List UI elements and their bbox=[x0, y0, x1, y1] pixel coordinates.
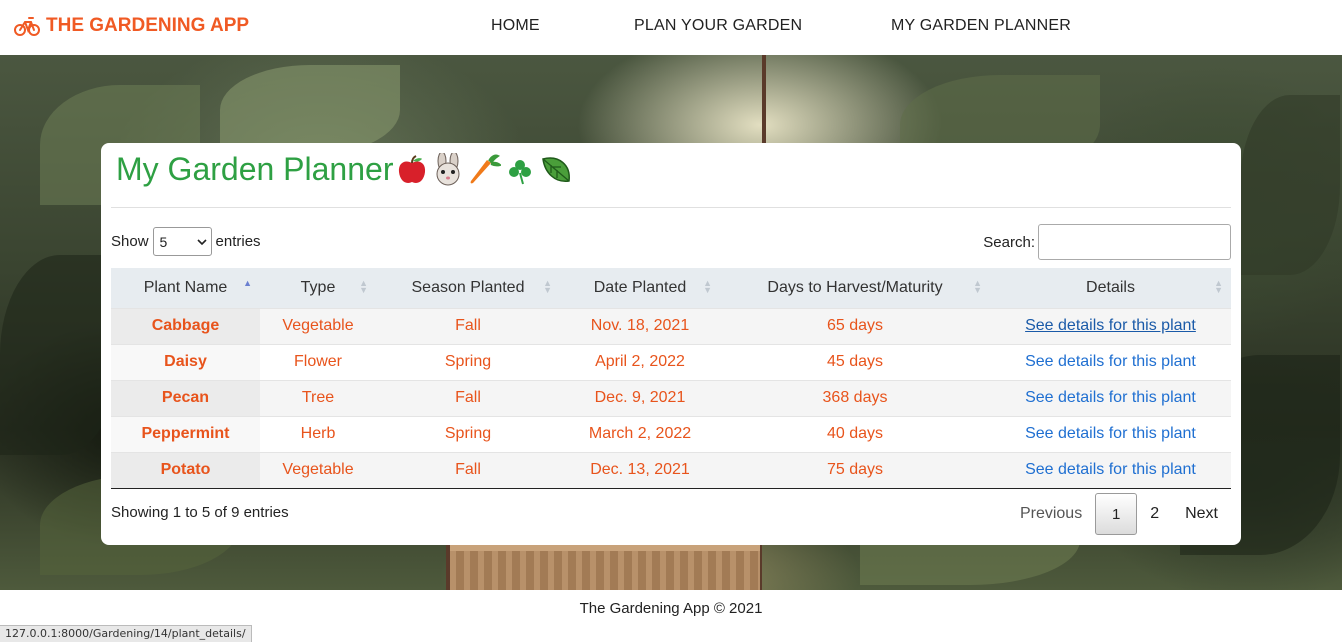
cell-type: Herb bbox=[260, 415, 376, 452]
table-row: Peppermint Herb Spring March 2, 2022 40 … bbox=[111, 415, 1231, 452]
col-plant-name[interactable]: Plant Name ▲ bbox=[111, 268, 260, 308]
search-control: Search: bbox=[983, 224, 1231, 260]
chevron-down-icon bbox=[196, 238, 207, 245]
col-type-label: Type bbox=[300, 278, 336, 296]
entries-select-value: 5 bbox=[159, 233, 168, 250]
entries-select[interactable]: 5 bbox=[152, 227, 212, 256]
cell-date: Dec. 9, 2021 bbox=[560, 379, 720, 416]
col-plant-name-label: Plant Name bbox=[143, 278, 228, 296]
cell-date: March 2, 2022 bbox=[560, 415, 720, 452]
cell-days: 45 days bbox=[720, 343, 990, 380]
cell-days: 75 days bbox=[720, 451, 990, 488]
brand-link[interactable]: THE GARDENING APP bbox=[14, 13, 249, 39]
cell-type: Vegetable bbox=[260, 307, 376, 344]
cell-type: Vegetable bbox=[260, 451, 376, 488]
nav-home[interactable]: HOME bbox=[491, 17, 540, 35]
sort-icon: ▲ ▼ bbox=[543, 278, 552, 295]
footer-text: The Gardening App © 2021 bbox=[579, 600, 763, 617]
cell-details: See details for this plant bbox=[990, 379, 1231, 416]
cell-plant-name: Peppermint bbox=[111, 415, 260, 452]
details-link[interactable]: See details for this plant bbox=[1025, 461, 1196, 478]
cell-plant-name: Cabbage bbox=[111, 307, 260, 344]
search-label: Search: bbox=[983, 233, 1035, 251]
page-title: My Garden Planner bbox=[116, 151, 573, 188]
brand-text: THE GARDENING APP bbox=[46, 15, 250, 36]
col-date-label: Date Planted bbox=[593, 278, 687, 296]
cell-season: Spring bbox=[376, 415, 560, 452]
cell-plant-name: Potato bbox=[111, 451, 260, 488]
details-link[interactable]: See details for this plant bbox=[1025, 389, 1196, 406]
details-link[interactable]: See details for this plant bbox=[1025, 353, 1196, 370]
cell-days: 40 days bbox=[720, 415, 990, 452]
cell-days: 65 days bbox=[720, 307, 990, 344]
sort-icon: ▲ ▼ bbox=[703, 278, 712, 295]
cell-date: Nov. 18, 2021 bbox=[560, 307, 720, 344]
length-entries-label: entries bbox=[215, 233, 261, 250]
cell-days: 368 days bbox=[720, 379, 990, 416]
cell-season: Fall bbox=[376, 379, 560, 416]
table-row: Daisy Flower Spring April 2, 2022 45 day… bbox=[111, 343, 1231, 380]
cell-date: April 2, 2022 bbox=[560, 343, 720, 380]
title-divider bbox=[111, 207, 1231, 208]
col-days-to-harvest[interactable]: Days to Harvest/Maturity ▲ ▼ bbox=[720, 268, 990, 308]
cell-season: Fall bbox=[376, 307, 560, 344]
bench-decoration bbox=[450, 545, 760, 590]
col-days-label: Days to Harvest/Maturity bbox=[767, 278, 943, 296]
cell-plant-name: Daisy bbox=[111, 343, 260, 380]
pagination: Previous 1 2 Next bbox=[1007, 493, 1231, 535]
search-input[interactable] bbox=[1038, 224, 1231, 260]
rabbit-icon bbox=[436, 152, 460, 185]
cell-details: See details for this plant bbox=[990, 451, 1231, 488]
details-link[interactable]: See details for this plant bbox=[1025, 425, 1196, 442]
length-show-label: Show bbox=[111, 233, 149, 250]
leaf-icon bbox=[542, 156, 571, 182]
cell-plant-name: Pecan bbox=[111, 379, 260, 416]
next-button[interactable]: Next bbox=[1172, 493, 1231, 535]
sort-icon: ▲ ▼ bbox=[359, 278, 368, 295]
col-details-label: Details bbox=[1086, 278, 1135, 296]
table-info: Showing 1 to 5 of 9 entries bbox=[111, 504, 289, 521]
plants-table: Plant Name ▲ Type ▲ ▼ Season Planted ▲ ▼ Date… bbox=[111, 268, 1231, 489]
col-date-planted[interactable]: Date Planted ▲ ▼ bbox=[560, 268, 720, 308]
cell-date: Dec. 13, 2021 bbox=[560, 451, 720, 488]
cell-type: Flower bbox=[260, 343, 376, 380]
cell-details: See details for this plant bbox=[990, 307, 1231, 344]
cell-season: Spring bbox=[376, 343, 560, 380]
bicycle-icon bbox=[14, 17, 40, 36]
sort-icon: ▲ ▼ bbox=[1214, 278, 1223, 295]
table-row: Pecan Tree Fall Dec. 9, 2021 368 days Se… bbox=[111, 379, 1231, 416]
navbar: THE GARDENING APP HOME PLAN YOUR GARDEN … bbox=[0, 0, 1342, 55]
nav-my-garden-planner[interactable]: MY GARDEN PLANNER bbox=[891, 17, 1071, 35]
details-link[interactable]: See details for this plant bbox=[1025, 317, 1196, 334]
table-row: Cabbage Vegetable Fall Nov. 18, 2021 65 … bbox=[111, 307, 1231, 344]
col-season-label: Season Planted bbox=[411, 278, 525, 296]
apple-icon bbox=[399, 154, 426, 183]
shamrock-icon bbox=[509, 159, 532, 184]
nav-plan-your-garden[interactable]: PLAN YOUR GARDEN bbox=[634, 17, 802, 35]
page-1-button[interactable]: 1 bbox=[1095, 493, 1138, 535]
cell-type: Tree bbox=[260, 379, 376, 416]
page-2-button[interactable]: 2 bbox=[1137, 493, 1172, 535]
sort-icon: ▲ ▼ bbox=[973, 278, 982, 295]
browser-status-url: 127.0.0.1:8000/Gardening/14/plant_detail… bbox=[0, 625, 252, 642]
cell-season: Fall bbox=[376, 451, 560, 488]
entries-length-control: Show 5 entries bbox=[111, 227, 261, 256]
page-title-text: My Garden Planner bbox=[116, 151, 394, 187]
col-details[interactable]: Details ▲ ▼ bbox=[990, 268, 1231, 308]
col-type[interactable]: Type ▲ ▼ bbox=[260, 268, 376, 308]
col-season-planted[interactable]: Season Planted ▲ ▼ bbox=[376, 268, 560, 308]
cell-details: See details for this plant bbox=[990, 415, 1231, 452]
sort-ascending-icon: ▲ bbox=[243, 278, 252, 288]
carrot-icon bbox=[471, 154, 502, 183]
cell-details: See details for this plant bbox=[990, 343, 1231, 380]
planner-card: My Garden Planner Show 5 entries Search:… bbox=[101, 143, 1241, 545]
table-header-row: Plant Name ▲ Type ▲ ▼ Season Planted ▲ ▼ Date… bbox=[111, 268, 1231, 308]
table-row: Potato Vegetable Fall Dec. 13, 2021 75 d… bbox=[111, 451, 1231, 488]
previous-button[interactable]: Previous bbox=[1007, 493, 1095, 535]
